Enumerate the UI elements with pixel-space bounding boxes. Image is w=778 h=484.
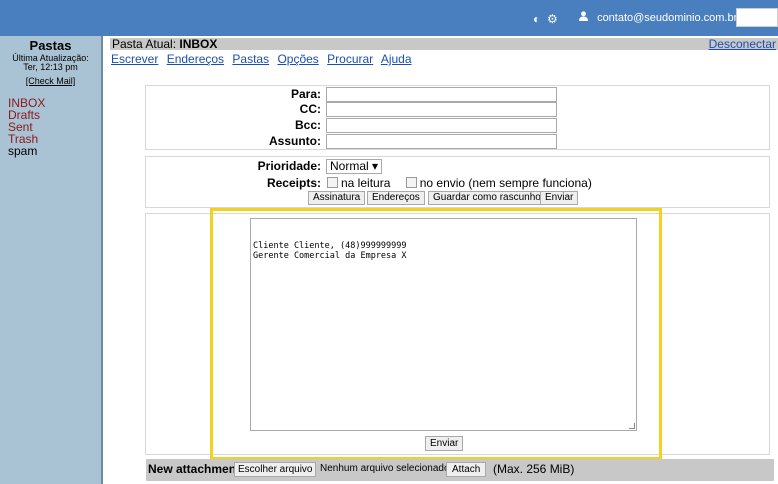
user-menu[interactable]: contato@seudominio.com.br ▾ xyxy=(579,11,746,24)
signature-button[interactable]: Assinatura xyxy=(308,191,366,205)
theme-icon[interactable]: ◐ xyxy=(533,12,540,26)
current-folder-label: Pasta Atual: xyxy=(112,37,180,51)
attach-button[interactable]: Attach xyxy=(446,462,487,477)
max-size-text: (Max. 256 MiB) xyxy=(493,462,575,476)
nav-folders[interactable]: Pastas xyxy=(232,52,269,66)
nav-search[interactable]: Procurar xyxy=(327,52,373,66)
check-mail-link[interactable]: [Check Mail] xyxy=(0,76,101,86)
receipts-options: na leitura no envio (nem sempre funciona… xyxy=(323,176,592,190)
sidebar: Pastas Última Atualização: Ter, 12:13 pm… xyxy=(0,36,103,484)
search-input[interactable] xyxy=(736,8,778,27)
nav-help[interactable]: Ajuda xyxy=(381,52,412,66)
options-panel: Prioridade: Normal ▾ Receipts: na leitur… xyxy=(145,156,770,208)
save-draft-button[interactable]: Guardar como rascunho xyxy=(428,191,546,205)
cc-label: CC: xyxy=(299,102,321,116)
attachment-bar: New attachment: Escolher arquivo Nenhum … xyxy=(146,459,774,481)
nav-addresses[interactable]: Endereços xyxy=(167,52,224,66)
nav-options[interactable]: Opções xyxy=(277,52,318,66)
folder-list: INBOX Drafts Sent Trash spam xyxy=(8,97,45,157)
user-icon xyxy=(579,11,591,24)
addresses-button[interactable]: Endereços xyxy=(367,191,425,205)
subject-label: Assunto: xyxy=(269,134,321,148)
message-body-text: Cliente Cliente, (48)999999999 Gerente C… xyxy=(253,241,407,261)
priority-label: Prioridade: xyxy=(257,159,321,173)
subject-field[interactable] xyxy=(326,134,557,149)
send-button-top[interactable]: Enviar xyxy=(540,191,579,205)
priority-select[interactable]: Normal ▾ xyxy=(326,159,383,174)
bcc-field[interactable] xyxy=(326,118,557,133)
receipt-read-checkbox[interactable] xyxy=(327,177,338,188)
bcc-label: Bcc: xyxy=(294,118,321,132)
current-folder-name: INBOX xyxy=(179,37,218,51)
last-update: Última Atualização: Ter, 12:13 pm xyxy=(0,54,101,72)
receipt-read-label: na leitura xyxy=(341,176,391,190)
to-field[interactable] xyxy=(326,87,557,102)
receipt-delivery-checkbox[interactable] xyxy=(405,177,417,188)
logout-link[interactable]: Desconectar xyxy=(709,38,776,50)
nav-menu: Escrever Endereços Pastas Opções Procura… xyxy=(111,52,417,66)
folder-header: Pasta Atual: INBOX Desconectar xyxy=(110,38,778,50)
settings-icon[interactable]: ⚙ xyxy=(547,12,558,26)
send-button[interactable]: Enviar xyxy=(425,436,464,451)
resize-handle[interactable] xyxy=(629,423,635,429)
user-email: contato@seudominio.com.br ▾ xyxy=(597,12,746,24)
to-label: Para: xyxy=(290,87,321,101)
sidebar-title: Pastas xyxy=(29,38,72,53)
top-bar: ◐ ⚙ contato@seudominio.com.br ▾ xyxy=(0,0,778,36)
last-update-time: Ter, 12:13 pm xyxy=(23,62,78,72)
receipts-label: Receipts: xyxy=(266,176,321,190)
sidebar-item-spam[interactable]: spam xyxy=(8,145,45,157)
choose-file-button[interactable]: Escolher arquivo xyxy=(234,462,317,477)
current-folder: Pasta Atual: INBOX xyxy=(112,38,217,50)
nav-compose[interactable]: Escrever xyxy=(111,52,158,66)
cc-field[interactable] xyxy=(326,102,557,117)
receipt-delivery-label: no envio (nem sempre funciona) xyxy=(419,176,592,190)
recipients-panel: Para: CC: Bcc: Assunto: xyxy=(145,85,770,150)
no-file-text: Nenhum arquivo selecionado xyxy=(320,463,450,474)
attachment-label: New attachment: xyxy=(148,462,245,476)
message-body-textarea[interactable]: Cliente Cliente, (48)999999999 Gerente C… xyxy=(250,218,637,431)
